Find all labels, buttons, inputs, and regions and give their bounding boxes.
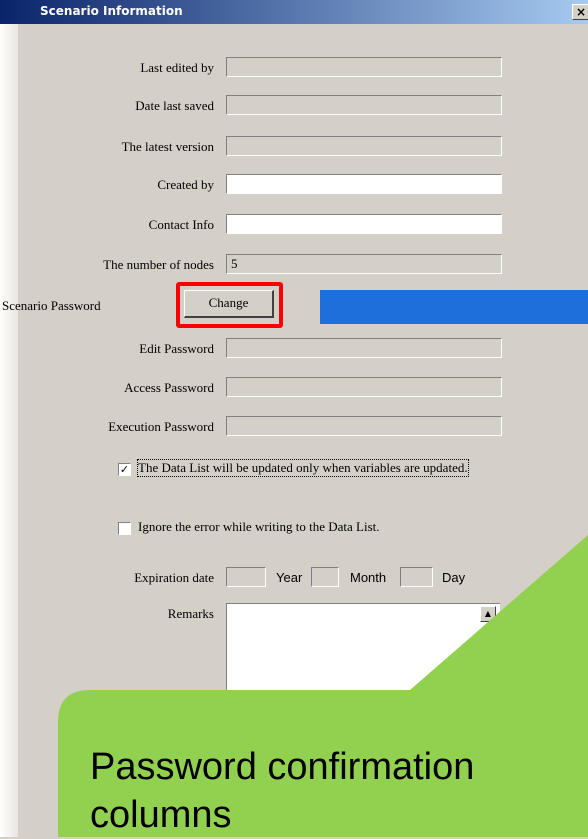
callout-line-1: Password confirmation	[90, 746, 475, 788]
callout-line-2: columns	[90, 794, 232, 836]
callout-text: Password confirmation columns	[90, 743, 474, 839]
callout-bubble	[58, 535, 588, 837]
